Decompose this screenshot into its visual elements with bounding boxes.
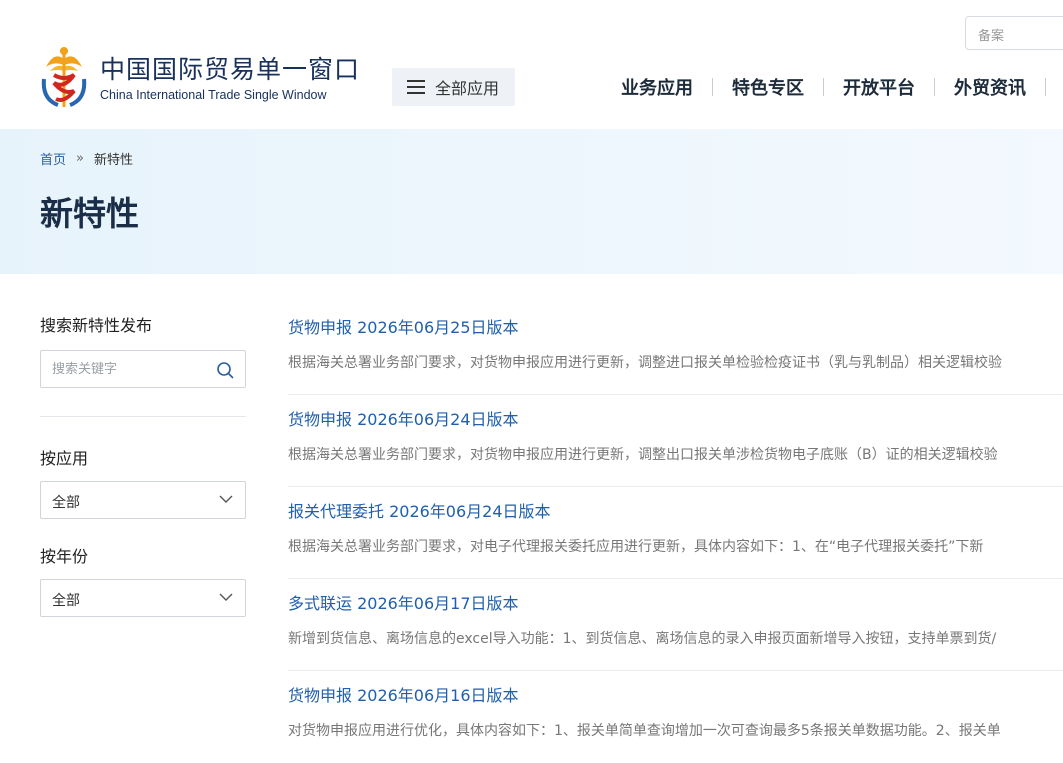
search-heading: 搜索新特性发布 <box>40 316 153 335</box>
search-icon[interactable] <box>216 361 234 379</box>
all-apps-button[interactable]: 全部应用 <box>392 68 515 106</box>
release-summary: 新增到货信息、离场信息的excel导入功能：1、到货信息、离场信息的录入申报页面… <box>288 631 997 647</box>
breadcrumb-current: 新特性 <box>93 153 133 168</box>
site-header: 中国国际贸易单一窗口 China International Trade Sin… <box>0 0 1063 129</box>
filter-year-label: 按年份 <box>40 547 89 566</box>
app-filter-value: 全部 <box>52 495 80 511</box>
nav-item-open-platform[interactable]: 开放平台 <box>824 74 934 100</box>
header-search-input[interactable]: 备案 <box>965 16 1063 50</box>
sidebar-divider <box>40 416 246 417</box>
list-item: 多式联运 2026年06月17日版本 新增到货信息、离场信息的excel导入功能… <box>288 579 1063 671</box>
filter-app-label: 按应用 <box>40 449 89 468</box>
release-summary: 根据海关总署业务部门要求，对货物申报应用进行更新，调整进口报关单检验检疫证书（乳… <box>288 355 1002 371</box>
nav-divider <box>1045 78 1046 96</box>
release-summary: 根据海关总署业务部门要求，对货物申报应用进行更新，调整出口报关单涉检货物电子底账… <box>288 447 998 463</box>
logo-title-en: China International Trade Single Window <box>100 87 327 102</box>
release-list: 货物申报 2026年06月25日版本 根据海关总署业务部门要求，对货物申报应用进… <box>288 303 1063 763</box>
chevron-down-icon <box>219 593 233 601</box>
nav-item-trade-news[interactable]: 外贸资讯 <box>935 74 1045 100</box>
page-banner: 首页 » 新特性 新特性 <box>0 129 1063 274</box>
list-item: 报关代理委托 2026年06月24日版本 根据海关总署业务部门要求，对电子代理报… <box>288 487 1063 579</box>
release-title-link[interactable]: 货物申报 2026年06月24日版本 <box>288 406 519 430</box>
caduceus-logo-icon <box>41 47 87 107</box>
nav-item-business-apps[interactable]: 业务应用 <box>602 74 712 100</box>
breadcrumb-separator: » <box>76 151 84 166</box>
main-nav: 业务应用 特色专区 开放平台 外贸资讯 <box>602 74 1046 100</box>
year-filter-value: 全部 <box>52 593 80 609</box>
nav-item-featured-zone[interactable]: 特色专区 <box>713 74 823 100</box>
breadcrumb: 首页 » 新特性 <box>40 149 133 168</box>
keyword-search-input[interactable] <box>41 351 223 387</box>
all-apps-label: 全部应用 <box>435 79 500 98</box>
sidebar-search-box <box>40 350 246 388</box>
app-filter-select[interactable]: 全部 <box>40 481 246 519</box>
release-title-link[interactable]: 货物申报 2026年06月16日版本 <box>288 682 519 706</box>
release-title-link[interactable]: 多式联运 2026年06月17日版本 <box>288 590 519 614</box>
year-filter-select[interactable]: 全部 <box>40 579 246 617</box>
hamburger-menu-icon <box>407 80 425 94</box>
list-item: 货物申报 2026年06月25日版本 根据海关总署业务部门要求，对货物申报应用进… <box>288 303 1063 395</box>
list-item: 货物申报 2026年06月16日版本 对货物申报应用进行优化，具体内容如下：1、… <box>288 671 1063 763</box>
breadcrumb-home-link[interactable]: 首页 <box>40 149 66 168</box>
logo-title-cn: 中国国际贸易单一窗口 <box>100 54 361 84</box>
release-summary: 根据海关总署业务部门要求，对电子代理报关委托应用进行更新，具体内容如下：1、在“… <box>288 539 984 555</box>
chevron-down-icon <box>219 495 233 503</box>
sidebar: 搜索新特性发布 按应用 全部 按年份 全部 <box>40 312 246 617</box>
list-item: 货物申报 2026年06月24日版本 根据海关总署业务部门要求，对货物申报应用进… <box>288 395 1063 487</box>
release-title-link[interactable]: 报关代理委托 2026年06月24日版本 <box>288 498 551 522</box>
release-title-link[interactable]: 货物申报 2026年06月25日版本 <box>288 314 519 338</box>
site-logo[interactable]: 中国国际贸易单一窗口 China International Trade Sin… <box>40 45 360 111</box>
release-summary: 对货物申报应用进行优化，具体内容如下：1、报关单简单查询增加一次可查询最多5条报… <box>288 723 1001 739</box>
page-title: 新特性 <box>40 194 139 233</box>
